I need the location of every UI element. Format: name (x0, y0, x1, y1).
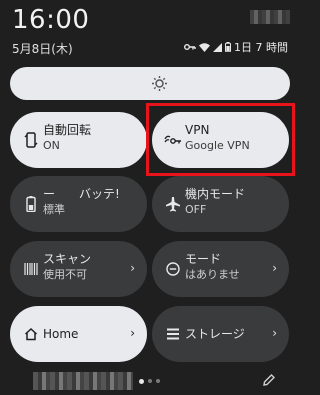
bottom-bar (0, 366, 300, 395)
tile-title: ー バッテ! (43, 187, 120, 201)
page-dot (139, 378, 144, 384)
signal-icon (213, 42, 222, 52)
chevron-right-icon: › (272, 326, 277, 340)
tile-auto-rotate[interactable]: 自動回転 ON (10, 112, 147, 168)
tile-airplane-mode[interactable]: 機内モード OFF (152, 176, 289, 232)
redacted-area (33, 372, 133, 390)
do-not-disturb-icon (164, 260, 182, 278)
tile-do-not-disturb[interactable]: モード はありませ › (152, 241, 289, 297)
vpn-key-icon (184, 43, 196, 51)
system-icons: 1日 7 時間 (184, 39, 288, 55)
home-icon (22, 325, 40, 343)
tile-subtitle: 使用不可 (43, 268, 87, 281)
airplane-icon (164, 195, 182, 213)
tile-title: 機内モード (185, 187, 246, 201)
chevron-right-icon: › (130, 261, 135, 275)
tile-subtitle: 標準 (43, 203, 65, 216)
tile-title: Home (43, 327, 79, 341)
tile-subtitle: はありませ (185, 268, 240, 281)
highlight-box (146, 103, 295, 176)
edit-pencil-icon[interactable] (262, 372, 276, 386)
storage-icon (164, 325, 182, 343)
page-indicator[interactable] (139, 378, 160, 384)
page-dot (148, 379, 152, 383)
tile-title: スキャン (43, 252, 92, 266)
tile-qr-scan[interactable]: スキャン 使用不可 › (10, 241, 147, 297)
tile-subtitle: ON (43, 139, 60, 152)
battery-icon (225, 42, 231, 52)
tile-title: 自動回転 (43, 123, 92, 137)
qr-scanner-icon (22, 260, 40, 278)
chevron-right-icon: › (130, 326, 135, 340)
page-dot (156, 379, 160, 383)
clock: 16:00 (12, 5, 90, 35)
tile-battery-saver[interactable]: ー バッテ! 標準 (10, 176, 147, 232)
tile-home[interactable]: Home › (10, 306, 147, 362)
status-bar: 16:00 5月8日(木) 1日 7 時間 (0, 0, 300, 60)
tile-title: ストレージ (185, 327, 245, 341)
brightness-slider[interactable] (10, 67, 290, 100)
brightness-icon (151, 75, 168, 92)
auto-rotate-icon (22, 131, 40, 149)
date: 5月8日(木) (12, 42, 73, 56)
battery-saver-icon (22, 195, 40, 213)
tile-title: モード (185, 252, 222, 266)
tile-storage[interactable]: ストレージ › (152, 306, 289, 362)
battery-time: 1日 7 時間 (234, 41, 288, 54)
chevron-right-icon: › (272, 261, 277, 275)
tile-subtitle: OFF (185, 203, 207, 216)
redacted-area (250, 10, 290, 24)
wifi-icon (199, 42, 210, 52)
